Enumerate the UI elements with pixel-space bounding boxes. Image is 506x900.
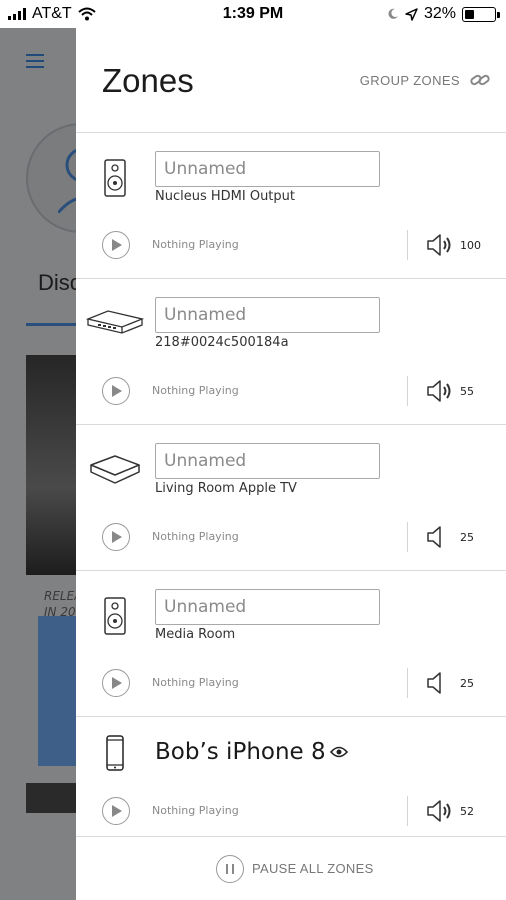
apple-tv-icon — [90, 455, 140, 484]
zone-name-input[interactable] — [155, 297, 380, 333]
volume-control[interactable]: 25 — [426, 671, 474, 695]
zone-name: Bob’s iPhone 8 — [155, 739, 348, 765]
now-playing-text: Nothing Playing — [152, 676, 239, 689]
zone-row: Bob’s iPhone 8 Nothing Playing 52 — [76, 717, 506, 835]
volume-level: 100 — [460, 238, 481, 252]
zone-row: Living Room Apple TV Nothing Playing 25 — [76, 425, 506, 570]
group-zones-label: GROUP ZONES — [359, 72, 460, 88]
zone-name-input[interactable] — [155, 151, 380, 187]
zone-row: Media Room Nothing Playing 25 — [76, 571, 506, 716]
moon-icon — [388, 8, 398, 19]
volume-control[interactable]: 100 — [426, 233, 481, 257]
speaker-icon — [427, 526, 441, 548]
eye-icon[interactable] — [329, 746, 348, 758]
link-icon — [470, 74, 490, 86]
volume-level: 25 — [460, 530, 474, 544]
zone-device-name: Nucleus HDMI Output — [155, 189, 295, 204]
now-playing-text: Nothing Playing — [152, 530, 239, 543]
hamburger-menu-icon — [26, 54, 44, 72]
volume-level: 52 — [460, 804, 474, 818]
volume-divider — [407, 230, 408, 260]
pause-all-button[interactable] — [216, 855, 244, 883]
pause-all-bar: PAUSE ALL ZONES — [76, 836, 506, 900]
zone-name-input[interactable] — [155, 589, 380, 625]
volume-divider — [407, 522, 408, 552]
zone-row: 218#0024c500184a Nothing Playing 55 — [76, 279, 506, 424]
volume-divider — [407, 668, 408, 698]
zone-row: Nucleus HDMI Output Nothing Playing 100 — [76, 133, 506, 278]
speaker-icon — [104, 159, 126, 197]
status-right: 32% — [387, 5, 500, 23]
battery-percent: 32% — [423, 5, 456, 22]
play-icon — [112, 805, 122, 817]
zone-device-name: 218#0024c500184a — [155, 335, 289, 350]
zone-device-name: Living Room Apple TV — [155, 481, 297, 496]
play-button[interactable] — [102, 231, 130, 259]
play-icon — [112, 385, 122, 397]
play-button[interactable] — [102, 797, 130, 825]
zone-name-text: Bob’s iPhone 8 — [155, 739, 326, 765]
play-icon — [112, 677, 122, 689]
play-icon — [112, 531, 122, 543]
volume-level: 55 — [460, 384, 474, 398]
play-button[interactable] — [102, 669, 130, 697]
battery-icon — [462, 6, 500, 22]
location-arrow-icon — [405, 7, 418, 21]
volume-control[interactable]: 55 — [426, 379, 474, 403]
play-icon — [112, 239, 122, 251]
speaker-icon — [427, 672, 441, 694]
play-button[interactable] — [102, 377, 130, 405]
volume-divider — [407, 376, 408, 406]
volume-control[interactable]: 52 — [426, 799, 474, 823]
speaker-waves-icon — [427, 234, 451, 256]
phone-icon — [106, 735, 124, 771]
zone-device-name: Media Room — [155, 627, 236, 642]
now-playing-text: Nothing Playing — [152, 804, 239, 817]
now-playing-text: Nothing Playing — [152, 384, 239, 397]
status-bar: AT&T 1:39 PM 32% — [0, 0, 506, 28]
background-tab-label: Disc — [38, 270, 81, 295]
speaker-waves-icon — [427, 380, 451, 402]
pause-icon — [226, 864, 228, 874]
pause-all-label[interactable]: PAUSE ALL ZONES — [252, 861, 374, 876]
now-playing-text: Nothing Playing — [152, 238, 239, 251]
zones-panel: Zones GROUP ZONES Nucleus HDMI Output No… — [76, 28, 506, 900]
speaker-icon — [104, 597, 126, 635]
zone-name-input[interactable] — [155, 443, 380, 479]
volume-level: 25 — [460, 676, 474, 690]
network-switch-icon — [86, 310, 144, 334]
group-zones-button[interactable]: GROUP ZONES — [360, 72, 490, 88]
speaker-waves-icon — [427, 800, 451, 822]
volume-control[interactable]: 25 — [426, 525, 474, 549]
page-title: Zones — [102, 62, 194, 99]
volume-divider — [407, 796, 408, 826]
play-button[interactable] — [102, 523, 130, 551]
